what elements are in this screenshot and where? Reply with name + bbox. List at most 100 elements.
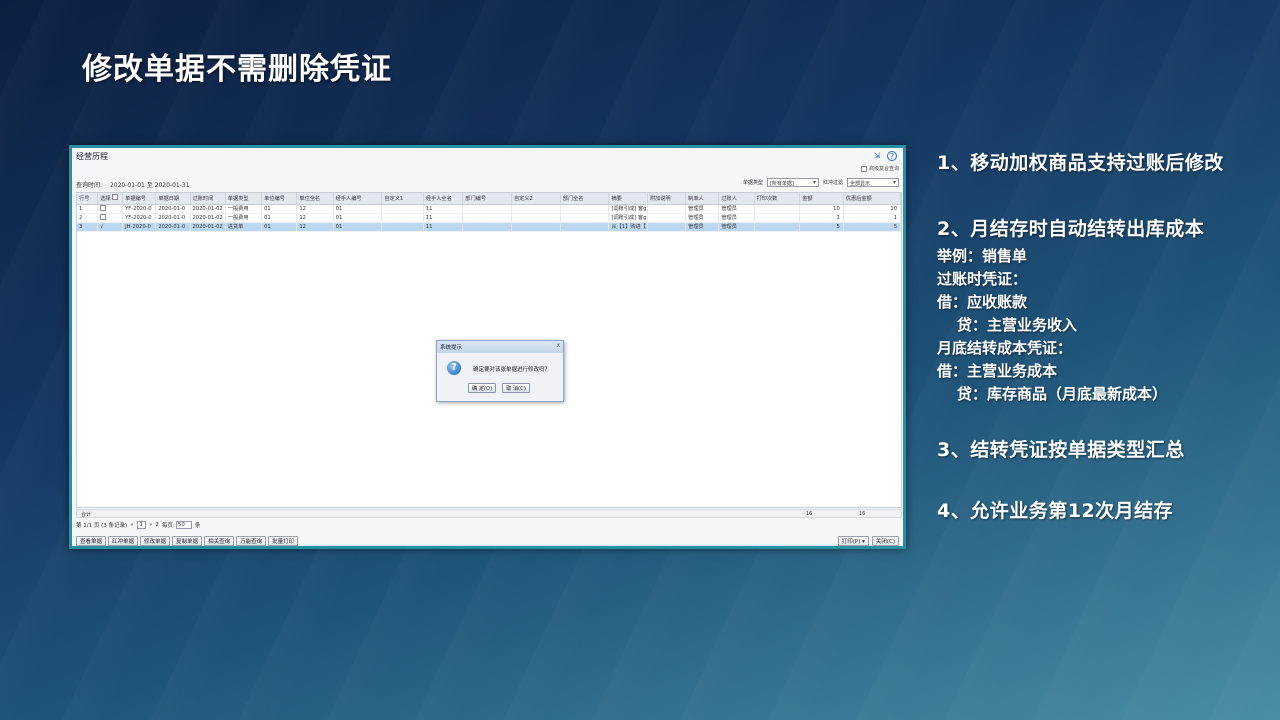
table-cell: YF-2020-0	[122, 204, 157, 214]
table-cell: 2	[77, 213, 99, 223]
row-checkbox-cell[interactable]: √	[97, 222, 124, 232]
note-line: 借：主营业务成本	[937, 362, 1058, 380]
cancel-button[interactable]: 取 消(C)	[502, 383, 530, 393]
note-line: 举例：销售单	[937, 247, 1028, 265]
query-date-row: 查询时间: 2020-01-01 至 2020-01-31	[76, 180, 190, 189]
col-header[interactable]: 金额	[799, 193, 844, 205]
col-header[interactable]: 单位编号	[261, 193, 298, 205]
table-cell	[560, 204, 610, 214]
table-cell: 01	[261, 222, 298, 232]
page-size-unit: 条	[194, 523, 201, 529]
copy-document-button[interactable]: 复制单据	[172, 536, 203, 546]
table-row[interactable]: 2 YF-2020-0 2020-01-0 2020-01-02 一般费用 01…	[77, 213, 902, 223]
note-line: 贷：主营业务收入	[957, 316, 1078, 334]
row-checkbox[interactable]	[100, 213, 107, 220]
col-header[interactable]: 制单人	[685, 193, 720, 205]
total-label: 合计	[81, 512, 92, 518]
table-cell: 1	[843, 213, 902, 223]
view-document-button[interactable]: 查看单据	[76, 536, 107, 546]
page-size-input[interactable]: 50	[175, 521, 192, 529]
note-point-2: 2、月结存时自动结转出库成本	[937, 218, 1205, 240]
col-header[interactable]: 过账人	[718, 193, 755, 205]
close-button[interactable]: 关闭(C)	[871, 536, 899, 546]
col-header[interactable]: 选择	[97, 193, 124, 205]
total-amount: 16	[806, 511, 813, 517]
table-cell: [调账引成] 客g	[608, 204, 648, 214]
filter-icon[interactable]: ⇲	[872, 151, 882, 161]
confirm-dialog: 系统提示 x ? 确定要对该张单据进行修改吗？ 确 定(O) 取 消(C)	[436, 340, 564, 402]
red-reverse-button[interactable]: 红冲单据	[108, 536, 139, 546]
table-cell	[381, 222, 424, 232]
table-cell	[754, 222, 801, 232]
pager-current-page[interactable]: 1	[136, 521, 147, 529]
table-cell: 从【1】购进【	[608, 222, 648, 232]
total-discount-amount: 16	[859, 511, 866, 517]
col-header[interactable]: 经手人全名	[423, 193, 464, 205]
row-checkbox-cell[interactable]	[97, 213, 124, 223]
note-line: 贷：库存商品（月底最新成本）	[957, 385, 1168, 403]
advanced-query-checkbox[interactable]	[860, 165, 867, 172]
row-checkbox-cell[interactable]	[97, 204, 124, 214]
pager-page-number: 2	[155, 522, 159, 528]
total-row: 合计 16 16	[76, 509, 902, 518]
table-cell: 2020-01-02	[190, 213, 226, 223]
table-row-selected[interactable]: 3 √ JH-2020-0 2020-01-0 2020-01-02 进货单 0…	[77, 222, 902, 232]
modify-document-button[interactable]: 修改单据	[140, 536, 171, 546]
filter-bar: 单据类型 [所有单据] 红冲过滤 全部显示	[743, 178, 899, 187]
select-all-checkbox[interactable]	[112, 194, 119, 201]
table-cell: 12	[296, 204, 334, 214]
advanced-query-option[interactable]: 高级复合查询	[860, 165, 899, 172]
window-icons: ⇲ ?	[872, 151, 897, 161]
doc-type-select[interactable]: [所有单据]	[766, 178, 819, 187]
col-header[interactable]: 单据类型	[225, 193, 263, 205]
table-cell: 2020-01-02	[190, 204, 226, 214]
col-header[interactable]: 单据日期	[155, 193, 191, 205]
universal-query-button[interactable]: 万能查询	[236, 536, 267, 546]
table-cell: 管理员	[685, 204, 720, 214]
related-query-button[interactable]: 相关查询	[204, 536, 235, 546]
batch-print-button[interactable]: 批量打印	[268, 536, 299, 546]
table-cell: 12	[296, 222, 334, 232]
print-button[interactable]: 打印(P) ▾	[837, 536, 869, 546]
dialog-buttons: 确 定(O) 取 消(C)	[468, 383, 530, 393]
col-header[interactable]: 部门全名	[560, 193, 610, 205]
help-icon[interactable]: ?	[887, 151, 897, 161]
table-row[interactable]: 1 YF-2020-0 2020-01-0 2020-01-02 一般费用 01…	[77, 204, 902, 214]
red-filter-label: 红冲过滤	[822, 180, 843, 186]
col-header[interactable]: 附加说明	[647, 193, 687, 205]
table-cell: 1	[799, 213, 844, 223]
col-header[interactable]: 经手人编号	[333, 193, 383, 205]
red-filter-select[interactable]: 全部显示	[847, 178, 899, 187]
col-header[interactable]: 行号	[77, 193, 99, 205]
table-cell: 11	[423, 204, 464, 214]
right-button-bar: 打印(P) ▾ 关闭(C)	[837, 536, 899, 546]
col-header[interactable]: 自定义1	[381, 193, 424, 205]
confirm-button[interactable]: 确 定(O)	[468, 383, 497, 393]
col-header[interactable]: 优惠后金额	[843, 193, 902, 205]
col-header[interactable]: 摘要	[608, 193, 648, 205]
pager-next-button[interactable]: »	[149, 522, 152, 528]
table-cell: 11	[423, 222, 464, 232]
page-size-label: 每页	[161, 523, 173, 529]
col-header[interactable]: 单据编号	[122, 193, 157, 205]
col-header[interactable]: 过账时间	[190, 193, 226, 205]
dialog-close-icon[interactable]: x	[556, 342, 560, 349]
table-cell: [调账引成] 客g	[608, 213, 648, 223]
col-header[interactable]: 部门编号	[462, 193, 512, 205]
table-cell: 10	[843, 204, 902, 214]
pager-prev-button[interactable]: «	[130, 522, 133, 528]
table-cell: 管理员	[685, 222, 720, 232]
col-header[interactable]: 自定义2	[511, 193, 561, 205]
table-cell	[511, 213, 561, 223]
row-checkbox[interactable]	[100, 204, 107, 211]
notes-panel: 1、移动加权商品支持过账后修改 2、月结存时自动结转出库成本 举例：销售单 过账…	[937, 148, 1267, 523]
table-cell	[754, 213, 801, 223]
table-cell: 2020-01-0	[155, 222, 191, 232]
row-checkbox-checked[interactable]: √	[100, 224, 103, 230]
table-cell: YF-2020-0	[122, 213, 157, 223]
col-header[interactable]: 打印次数	[754, 193, 801, 205]
question-icon: ?	[447, 361, 461, 375]
table-cell: 11	[423, 213, 464, 223]
col-header[interactable]: 单位全名	[296, 193, 334, 205]
window-title: 经营历程	[76, 152, 108, 161]
